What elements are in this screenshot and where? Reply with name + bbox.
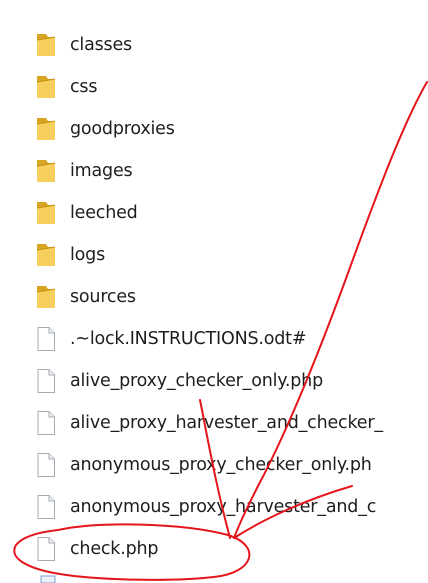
- file-icon: [34, 368, 58, 394]
- file-name: check.php: [70, 539, 159, 559]
- folder-item-images[interactable]: images: [34, 150, 428, 192]
- file-name: sources: [70, 287, 136, 307]
- file-icon: [34, 494, 58, 520]
- folder-item-sources[interactable]: sources: [34, 276, 428, 318]
- folder-icon: [34, 284, 58, 310]
- file-name: classes: [70, 35, 132, 55]
- folder-item-logs[interactable]: logs: [34, 234, 428, 276]
- file-item-anonymous-proxy-harvester[interactable]: anonymous_proxy_harvester_and_c: [34, 486, 428, 528]
- file-item-alive-proxy-checker[interactable]: alive_proxy_checker_only.php: [34, 360, 428, 402]
- file-icon: [34, 326, 58, 352]
- file-name: logs: [70, 245, 105, 265]
- file-icon: [34, 410, 58, 436]
- folder-icon: [34, 116, 58, 142]
- file-name: leeched: [70, 203, 138, 223]
- folder-item-classes[interactable]: classes: [34, 24, 428, 66]
- folder-item-leeched[interactable]: leeched: [34, 192, 428, 234]
- folder-item-css[interactable]: css: [34, 66, 428, 108]
- folder-icon: [34, 74, 58, 100]
- file-item-alive-proxy-harvester[interactable]: alive_proxy_harvester_and_checker_: [34, 402, 428, 444]
- file-name: alive_proxy_checker_only.php: [70, 371, 323, 391]
- folder-item-goodproxies[interactable]: goodproxies: [34, 108, 428, 150]
- file-icon: [34, 452, 58, 478]
- file-name: css: [70, 77, 98, 97]
- file-name: anonymous_proxy_harvester_and_c: [70, 497, 377, 517]
- explorer-file-list-view: classes css goodproxies images leeched l…: [0, 0, 428, 583]
- file-name: goodproxies: [70, 119, 175, 139]
- folder-icon: [34, 158, 58, 184]
- file-name: images: [70, 161, 133, 181]
- file-name: anonymous_proxy_checker_only.ph: [70, 455, 372, 475]
- file-name: .~lock.INSTRUCTIONS.odt#: [70, 329, 307, 349]
- folder-icon: [34, 32, 58, 58]
- file-list: classes css goodproxies images leeched l…: [34, 24, 428, 570]
- folder-icon: [34, 242, 58, 268]
- partial-file-icon: [40, 575, 56, 583]
- file-name: alive_proxy_harvester_and_checker_: [70, 413, 383, 433]
- file-item-anonymous-proxy-checker[interactable]: anonymous_proxy_checker_only.ph: [34, 444, 428, 486]
- file-icon: [34, 536, 58, 562]
- file-item-lock-instructions[interactable]: .~lock.INSTRUCTIONS.odt#: [34, 318, 428, 360]
- file-item-check-php[interactable]: check.php: [34, 528, 428, 570]
- folder-icon: [34, 200, 58, 226]
